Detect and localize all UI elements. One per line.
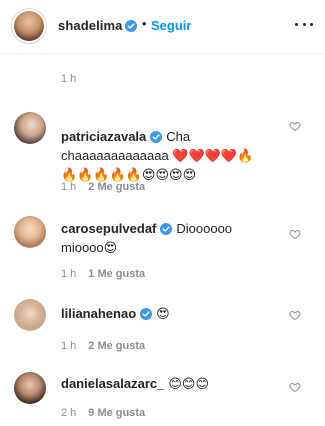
heart-outline-icon[interactable] [289,309,301,321]
comment-text: 😍 [156,306,170,321]
author-username[interactable]: shadelima [58,18,123,33]
verified-badge-icon [160,220,173,235]
commenter-username[interactable]: danielasalazarc_ [61,376,164,391]
commenter-avatar[interactable] [14,112,46,144]
comment-time: 2 h [61,407,77,419]
comment-meta: 1 h 2 Me gusta [61,340,145,352]
comment-body: carosepulvedaf Dioooooo mioooo😍 [61,219,266,257]
comment-likes[interactable]: 2 Me gusta [88,340,145,352]
verified-badge-icon [150,128,163,143]
commenter-avatar[interactable] [14,299,46,331]
commenter-avatar[interactable] [14,372,46,404]
comment-meta: 2 h 9 Me gusta [61,407,145,419]
comment-time: 1 h [61,268,77,280]
verified-badge-icon [140,305,153,320]
author-avatar[interactable] [11,8,47,44]
comment-time: 1 h [61,340,77,352]
comment-text: 😊😊😊 [168,376,210,391]
comment-meta: 1 h 2 Me gusta [61,181,145,193]
follow-button[interactable]: Seguir [151,18,191,33]
heart-outline-icon[interactable] [289,381,301,393]
post-header: shadelima • Seguir [0,0,325,54]
verified-badge-icon [125,18,137,36]
comment-body: patriciazavala Cha chaaaaaaaaaaaaa ❤️❤️❤️… [61,127,261,184]
commenter-username[interactable]: carosepulvedaf [61,221,156,236]
more-options-icon[interactable] [295,20,313,28]
heart-outline-icon[interactable] [289,120,301,132]
commenter-username[interactable]: lilianahenao [61,306,136,321]
comment-likes[interactable]: 1 Me gusta [88,268,145,280]
heart-outline-icon[interactable] [289,228,301,240]
comment-meta: 1 h 1 Me gusta [61,268,145,280]
comment-likes[interactable]: 9 Me gusta [88,407,145,419]
caption-time: 1 h [61,73,77,85]
separator-dot: • [142,16,147,31]
comment-body: danielasalazarc_ 😊😊😊 [61,374,281,393]
commenter-username[interactable]: patriciazavala [61,129,146,144]
comment-likes[interactable]: 2 Me gusta [88,181,145,193]
comment-body: lilianahenao 😍 [61,304,281,323]
comment-time: 1 h [61,181,77,193]
commenter-avatar[interactable] [14,216,46,248]
